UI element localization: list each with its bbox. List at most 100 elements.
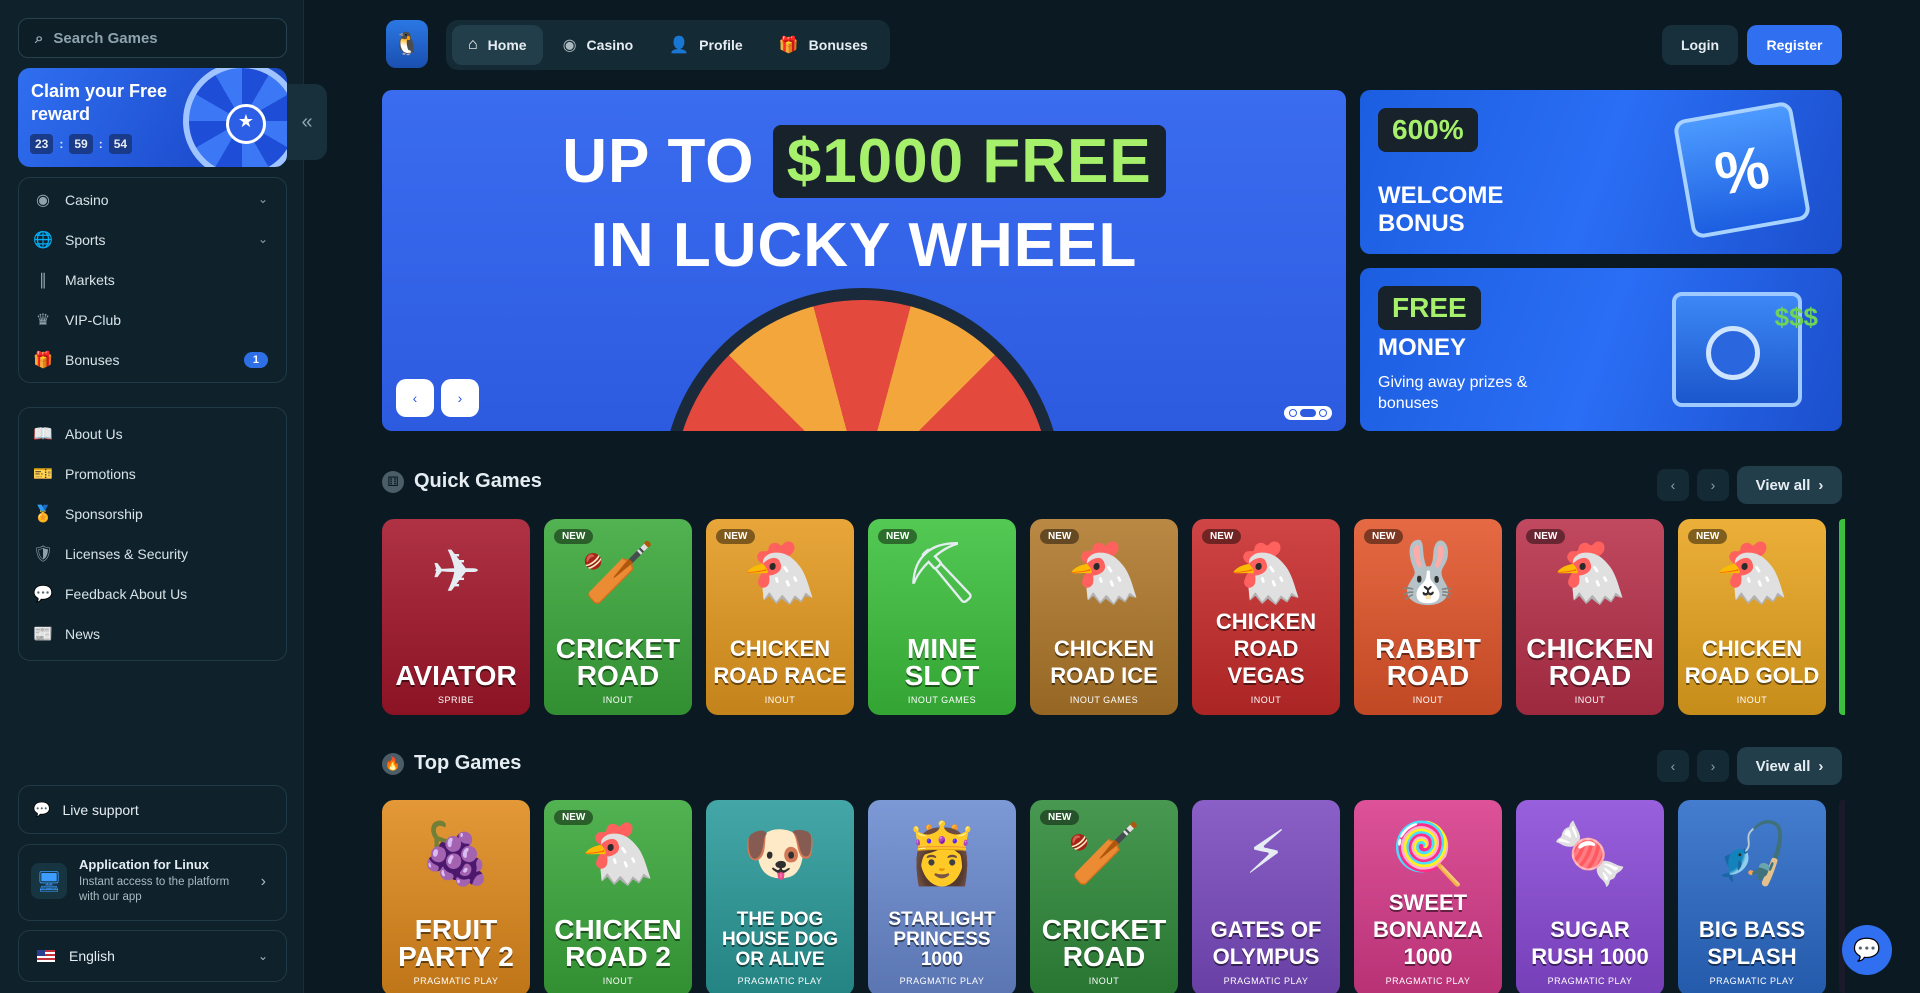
game-art-icon: 🐔 (1714, 539, 1790, 606)
collapse-sidebar-button[interactable]: « (287, 84, 327, 160)
game-provider: PRAGMATIC PLAY (1547, 976, 1633, 986)
section-title: Top Games (414, 752, 522, 774)
game-card[interactable]: 🍭 SWEET BONANZA 1000 PRAGMATIC PLAY (1354, 800, 1502, 993)
game-card[interactable]: 🐔 NEW CHICKEN ROAD INOUT (1516, 519, 1664, 715)
tab-label: Home (487, 37, 527, 53)
sidebar-item-label: Promotions (65, 466, 136, 482)
tab-casino[interactable]: ◉ Casino (547, 25, 650, 65)
welcome-bonus-title: WELCOME BONUS (1378, 182, 1504, 237)
welcome-bonus-banner[interactable]: 600% WELCOME BONUS % (1360, 90, 1842, 254)
game-card[interactable]: 🏏 NEW CRICKET ROAD INOUT (544, 519, 692, 715)
top-games-prev-button[interactable]: ‹ (1657, 750, 1689, 782)
chevron-right-icon: › (1818, 757, 1824, 775)
game-card[interactable]: 🐔 NEW CHICKEN ROAD GOLD INOUT (1678, 519, 1826, 715)
globe-icon: 🌐 (33, 232, 53, 249)
money-safe-icon (1672, 292, 1818, 407)
sidebar-item-feedback[interactable]: 💬 Feedback About Us (19, 574, 286, 614)
sidebar-item-bonuses[interactable]: 🎁 Bonuses 1 (19, 340, 286, 380)
sidebar-item-news[interactable]: 📰 News (19, 614, 286, 654)
game-title: SUGAR RUSH 1000 (1531, 917, 1649, 969)
free-reward-banner[interactable]: Claim your Free reward 23: 59: 54 (18, 68, 287, 167)
game-title: GATES OF OLYMPUS (1210, 917, 1322, 969)
sidebar-item-promotions[interactable]: 🎫 Promotions (19, 454, 286, 494)
home-icon: ⌂ (468, 36, 478, 53)
game-card[interactable]: 👸 STARLIGHT PRINCESS 1000 PRAGMATIC PLAY (868, 800, 1016, 993)
game-title: CRICKET ROAD (555, 633, 681, 691)
sidebar-item-sponsorship[interactable]: 🏅 Sponsorship (19, 494, 286, 534)
game-art-icon: 🐔 (1552, 539, 1628, 606)
sidebar-item-label: Markets (65, 272, 115, 288)
carousel-dot-active[interactable] (1300, 409, 1316, 417)
game-card[interactable]: 🍬 SUGAR RUSH 1000 PRAGMATIC PLAY (1516, 800, 1664, 993)
game-card[interactable]: 🎣 BIG BASS SPLASH PRAGMATIC PLAY (1678, 800, 1826, 993)
game-provider: INOUT GAMES (907, 695, 977, 705)
game-card[interactable]: 🐶 THE DOG HOUSE DOG OR ALIVE PRAGMATIC PLA… (706, 800, 854, 993)
hero-carousel[interactable]: UP TO $1000 FREE IN LUCKY WHEEL ‹ › (382, 90, 1346, 431)
game-title: CHICKEN ROAD 2 (554, 914, 682, 972)
medal-icon: 🏅 (33, 506, 53, 523)
top-games-view-all-button[interactable]: View all › (1737, 747, 1842, 785)
linux-app-banner[interactable]: 🖥 Application for Linux Instant access t… (18, 844, 287, 921)
game-card[interactable]: 🐔 NEW CHICKEN ROAD RACE INOUT (706, 519, 854, 715)
tab-label: Profile (699, 37, 743, 53)
game-card[interactable]: ✈ AVIATOR SPRIBE (382, 519, 530, 715)
search-input[interactable]: Search Games (53, 30, 157, 47)
login-button[interactable]: Login (1662, 25, 1738, 65)
sidebar-item-casino[interactable]: ◉ Casino ⌄ (19, 180, 286, 220)
game-title: STARLIGHT PRINCESS 1000 (888, 909, 996, 970)
timer-hours: 23 (30, 134, 54, 154)
sidebar-item-label: Casino (65, 192, 109, 208)
register-button[interactable]: Register (1747, 25, 1842, 65)
free-money-tag: FREE (1378, 286, 1481, 330)
site-logo[interactable]: 🐧 (386, 20, 428, 68)
chevron-down-icon: ⌄ (257, 232, 268, 246)
game-card[interactable]: ⛏ NEW MINE SLOT INOUT GAMES (868, 519, 1016, 715)
sidebar-item-about-us[interactable]: 📖 About Us (19, 414, 286, 454)
sidebar-item-markets[interactable]: ∥ Markets (19, 260, 286, 300)
live-support-button[interactable]: 💬 Live support (18, 785, 287, 834)
game-card[interactable]: ⚡ GATES OF OLYMPUS PRAGMATIC PLAY (1192, 800, 1340, 993)
us-flag-icon (37, 950, 55, 962)
tab-home[interactable]: ⌂ Home (452, 25, 543, 65)
quick-games-prev-button[interactable]: ‹ (1657, 469, 1689, 501)
new-badge: NEW (1364, 529, 1404, 544)
game-title: BIG BASS SPLASH (1698, 917, 1806, 969)
gift-box-icon: % (1672, 100, 1812, 240)
carousel-dot[interactable] (1319, 409, 1327, 417)
chat-widget-button[interactable]: 💬 (1842, 925, 1892, 975)
timer-minutes: 59 (69, 134, 93, 154)
new-badge: NEW (1688, 529, 1728, 544)
game-card[interactable]: 🐔 NEW CHICKEN ROAD VEGAS INOUT (1192, 519, 1340, 715)
lucky-wheel-icon (183, 68, 287, 167)
tab-bonuses[interactable]: 🎁 Bonuses (763, 25, 884, 65)
sidebar-item-label: Bonuses (65, 352, 120, 368)
game-card[interactable]: 🐰 NEW RABBIT ROAD INOUT (1354, 519, 1502, 715)
game-card[interactable]: 🐔 NEW CHICKEN ROAD ICE INOUT GAMES (1030, 519, 1178, 715)
game-card[interactable]: 🏏 NEW CRICKET ROAD INOUT (1030, 800, 1178, 993)
sidebar-item-sports[interactable]: 🌐 Sports ⌄ (19, 220, 286, 260)
next-card-edge (1839, 800, 1845, 993)
new-badge: NEW (1040, 529, 1080, 544)
top-games-next-button[interactable]: › (1697, 750, 1729, 782)
next-card-edge (1839, 519, 1845, 715)
carousel-dot[interactable] (1289, 409, 1297, 417)
game-title: CRICKET ROAD (1041, 914, 1167, 972)
free-money-banner[interactable]: FREE MONEY Giving away prizes & bonuses (1360, 268, 1842, 431)
quick-games-view-all-button[interactable]: View all › (1737, 466, 1842, 504)
sidebar-item-vip-club[interactable]: ♛ VIP-Club (19, 300, 286, 340)
game-provider: INOUT (764, 695, 796, 705)
game-art-icon: 🐔 (580, 820, 656, 887)
sidebar-item-licenses-security[interactable]: 🛡 Licenses & Security (19, 534, 286, 574)
hero-highlight: $1000 FREE (772, 125, 1166, 198)
quick-games-next-button[interactable]: › (1697, 469, 1729, 501)
language-select[interactable]: English ⌄ (18, 930, 287, 982)
search-box[interactable]: ⌕ Search Games (18, 18, 287, 58)
game-card[interactable]: 🐔 NEW CHICKEN ROAD 2 INOUT (544, 800, 692, 993)
game-card[interactable]: 🍇 FRUIT PARTY 2 PRAGMATIC PLAY (382, 800, 530, 993)
carousel-next-button[interactable]: › (441, 379, 479, 417)
carousel-prev-button[interactable]: ‹ (396, 379, 434, 417)
tab-profile[interactable]: 👤 Profile (653, 25, 759, 65)
game-art-icon: 🐔 (742, 539, 818, 606)
game-title: CHICKEN ROAD GOLD (1684, 636, 1820, 688)
crown-icon: ♛ (35, 312, 51, 329)
